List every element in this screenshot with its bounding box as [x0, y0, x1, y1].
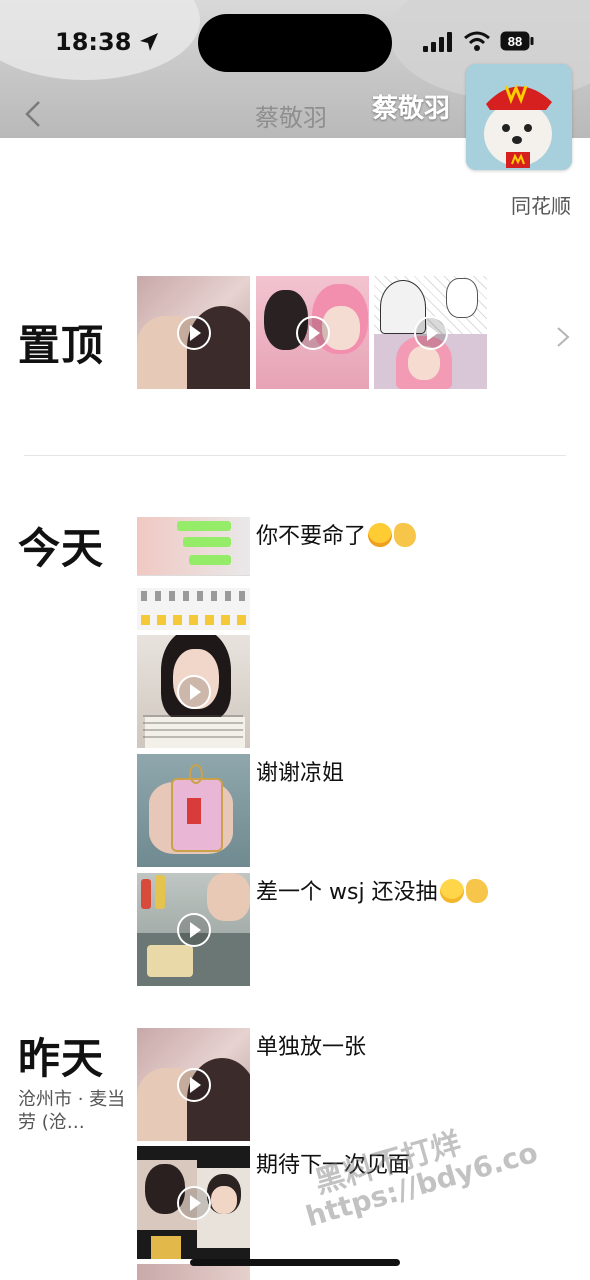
back-icon[interactable] — [24, 100, 42, 128]
divider — [24, 455, 566, 456]
post-video[interactable] — [137, 635, 250, 748]
smile-emoji-icon — [439, 879, 464, 903]
pinned-video-2[interactable] — [256, 276, 369, 389]
page-title-faded: 蔡敬羽 — [255, 104, 327, 132]
battery-level: 88 — [508, 34, 522, 49]
post-caption: 谢谢凉姐 — [256, 761, 345, 786]
play-icon — [176, 315, 211, 350]
avatar[interactable] — [466, 64, 572, 170]
play-icon — [176, 912, 211, 947]
location-label[interactable]: 沧州市 · 麦当劳 (沧… — [18, 1088, 126, 1134]
post-video[interactable] — [137, 1146, 250, 1259]
post-video[interactable] — [137, 1028, 250, 1141]
play-icon — [295, 315, 330, 350]
hand-emoji-icon — [465, 879, 488, 903]
day-label-yesterday: 昨天 — [18, 1034, 105, 1083]
post-thumb[interactable] — [137, 754, 250, 867]
post-caption: 你不要命了 — [256, 518, 417, 550]
pinned-label: 置顶 — [18, 321, 105, 370]
play-icon — [176, 674, 211, 709]
hand-emoji-icon — [394, 523, 417, 547]
status-time: 18:38 — [55, 28, 132, 56]
home-indicator[interactable] — [190, 1259, 400, 1266]
pinned-video-1[interactable] — [137, 276, 250, 389]
post-video[interactable] — [137, 873, 250, 986]
dynamic-island — [198, 14, 392, 72]
signature: 同花顺 — [511, 194, 571, 218]
play-icon — [176, 1067, 211, 1102]
location-arrow-icon — [140, 33, 158, 51]
chevron-right-icon[interactable] — [556, 326, 570, 348]
profile-name[interactable]: 蔡敬羽 — [372, 88, 450, 125]
play-icon — [176, 1185, 211, 1220]
play-icon — [413, 315, 448, 350]
post-thumb[interactable] — [137, 517, 250, 630]
pinned-video-3[interactable] — [374, 276, 487, 389]
post-caption: 差一个 wsj 还没抽 — [256, 874, 488, 906]
wifi-icon — [464, 31, 490, 51]
post-thumb[interactable] — [137, 1264, 250, 1280]
battery-icon: 88 — [500, 31, 534, 51]
post-caption: 单独放一张 — [256, 1035, 367, 1060]
day-label-today: 今天 — [18, 524, 105, 573]
laugh-emoji-icon — [368, 523, 393, 547]
signal-icon — [423, 32, 452, 52]
